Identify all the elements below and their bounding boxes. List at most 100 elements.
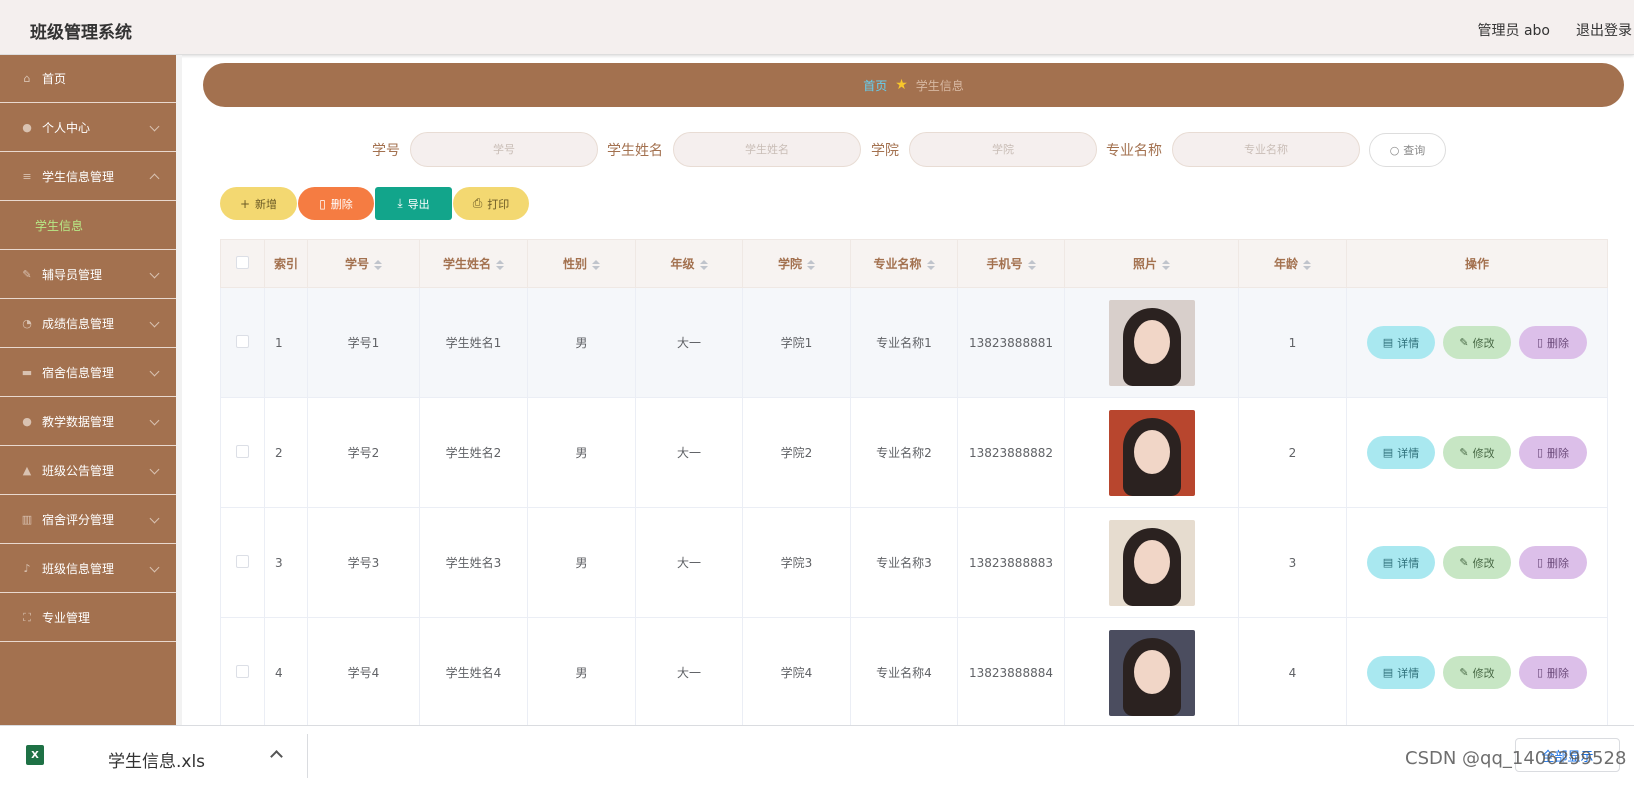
student-photo[interactable]	[1108, 299, 1195, 386]
print-button[interactable]: ⎙ 打印	[453, 187, 529, 220]
table-row[interactable]: 2 学号2 学生姓名2 男大一 学院2 专业名称2 13823888882 2 ▤ 详情 ✎ 修改 ▯ 删…	[220, 397, 1608, 508]
cell-age: 2	[1238, 397, 1347, 508]
bell-icon: ▲	[22, 464, 32, 477]
row-delete-button[interactable]: ▯ 删除	[1519, 546, 1587, 579]
column-header-gender[interactable]: 性别	[527, 239, 636, 288]
table-row[interactable]: 1 学号1 学生姓名1 男大一 学院1 专业名称1 13823888881 1 ▤ 详情 ✎ 修改 ▯ 删…	[220, 287, 1608, 398]
student-name-input[interactable]	[673, 132, 861, 167]
detail-button[interactable]: ▤ 详情	[1367, 656, 1435, 689]
table-header-row: 索引 学号 学生姓名 性别 年级 学院 专业名称 手机号 照片 年龄 操作	[220, 239, 1608, 288]
edit-button[interactable]: ✎ 修改	[1443, 656, 1511, 689]
sidebar-item-personal-center[interactable]: ● 个人中心	[0, 104, 176, 152]
sidebar-item-label: 教学数据管理	[42, 415, 115, 429]
watermark-text: CSDN @qq_1406299528	[1405, 748, 1627, 769]
excel-file-icon: X	[26, 745, 44, 765]
sidebar-item-label: 首页	[42, 72, 67, 86]
sort-icon[interactable]	[1162, 259, 1170, 270]
column-header-phone[interactable]: 手机号	[957, 239, 1065, 288]
star-icon: ★	[895, 77, 908, 93]
sidebar-scrollbar[interactable]	[176, 55, 182, 725]
column-header-photo[interactable]: 照片	[1064, 239, 1239, 288]
sort-icon[interactable]	[1303, 259, 1311, 270]
logout-link[interactable]: 退出登录	[1576, 20, 1632, 40]
detail-button[interactable]: ▤ 详情	[1367, 326, 1435, 359]
cell-age: 1	[1238, 287, 1347, 398]
major-input[interactable]	[1172, 132, 1360, 167]
table-row[interactable]: 4 学号4 学生姓名4 男大一 学院4 专业名称4 13823888884 4 ▤ 详情 ✎ 修改 ▯ 删…	[220, 617, 1608, 728]
column-header-student-name[interactable]: 学生姓名	[419, 239, 528, 288]
cell-age: 4	[1238, 617, 1347, 728]
row-checkbox[interactable]	[236, 334, 249, 348]
edit-icon: ✎	[1459, 336, 1469, 349]
sort-icon[interactable]	[374, 259, 382, 270]
sidebar-subitem-student-info[interactable]: 学生信息	[0, 202, 176, 250]
student-photo[interactable]	[1108, 629, 1195, 716]
chevron-down-icon	[149, 121, 160, 132]
sort-icon[interactable]	[926, 259, 935, 270]
search-label-major: 专业名称	[1106, 143, 1162, 159]
sidebar-item-home[interactable]: ⌂ 首页	[0, 55, 176, 103]
student-photo[interactable]	[1108, 519, 1195, 606]
sidebar-item-major-mgmt[interactable]: ⛶ 专业管理	[0, 594, 176, 642]
sidebar-item-teaching-data-mgmt[interactable]: ● 教学数据管理	[0, 398, 176, 446]
column-header-age[interactable]: 年龄	[1238, 239, 1347, 288]
sort-icon[interactable]	[496, 259, 504, 270]
column-header-grade[interactable]: 年级	[635, 239, 743, 288]
column-header-college[interactable]: 学院	[742, 239, 851, 288]
row-checkbox[interactable]	[236, 554, 249, 568]
cell-grade: 大一	[635, 287, 743, 398]
row-delete-button[interactable]: ▯ 删除	[1519, 656, 1587, 689]
sidebar-item-label: 成绩信息管理	[42, 317, 115, 331]
row-checkbox[interactable]	[236, 664, 249, 678]
sort-icon[interactable]	[1027, 259, 1036, 270]
trash-icon: ▯	[1536, 666, 1544, 679]
sidebar-item-counselor-mgmt[interactable]: ✎ 辅导员管理	[0, 251, 176, 299]
sidebar-item-grades-mgmt[interactable]: ◔ 成绩信息管理	[0, 300, 176, 348]
add-button[interactable]: + 新增	[220, 187, 297, 220]
edit-button[interactable]: ✎ 修改	[1443, 326, 1511, 359]
batch-delete-button[interactable]: ▯ 删除	[298, 187, 374, 220]
cell-college: 学院1	[742, 287, 851, 398]
detail-button[interactable]: ▤ 详情	[1367, 436, 1435, 469]
search-label-student-name: 学生姓名	[607, 143, 663, 159]
sort-icon[interactable]	[592, 259, 600, 270]
detail-button[interactable]: ▤ 详情	[1367, 546, 1435, 579]
column-header-major[interactable]: 专业名称	[850, 239, 958, 288]
sidebar-item-dorm-info-mgmt[interactable]: ▬ 宿舍信息管理	[0, 349, 176, 397]
select-all-checkbox[interactable]	[236, 255, 249, 269]
sidebar-item-label: 班级信息管理	[42, 562, 115, 576]
student-id-input[interactable]	[410, 132, 598, 167]
edit-button[interactable]: ✎ 修改	[1443, 436, 1511, 469]
sidebar-item-dorm-rating-mgmt[interactable]: ▥ 宿舍评分管理	[0, 496, 176, 544]
photo-face	[1133, 649, 1170, 694]
print-button-label: 打印	[487, 197, 510, 211]
table-row[interactable]: 3 学号3 学生姓名3 男大一 学院3 专业名称3 13823888883 3 ▤ 详情 ✎ 修改 ▯ 删…	[220, 507, 1608, 618]
college-input[interactable]	[909, 132, 1097, 167]
column-header-index: 索引	[264, 239, 308, 288]
row-delete-button[interactable]: ▯ 删除	[1519, 436, 1587, 469]
sidebar-item-class-info-mgmt[interactable]: ♪ 班级信息管理	[0, 545, 176, 593]
row-checkbox[interactable]	[236, 444, 249, 458]
sort-icon[interactable]	[807, 259, 815, 270]
document-icon: ▤	[1382, 556, 1394, 569]
sidebar-item-student-info-mgmt[interactable]: ≡ 学生信息管理	[0, 153, 176, 201]
sidebar-item-label: 辅导员管理	[42, 268, 103, 282]
select-all-cell	[220, 239, 265, 288]
edit-button[interactable]: ✎ 修改	[1443, 546, 1511, 579]
sort-icon[interactable]	[699, 259, 708, 270]
chevron-up-icon	[149, 173, 160, 184]
row-select-cell	[220, 287, 265, 398]
column-header-student-id[interactable]: 学号	[307, 239, 420, 288]
trash-icon: ▯	[1536, 336, 1544, 349]
export-button[interactable]: ⤓ 导出	[375, 187, 452, 220]
student-photo[interactable]	[1108, 409, 1195, 496]
chevron-up-icon[interactable]	[270, 750, 283, 763]
row-delete-button[interactable]: ▯ 删除	[1519, 326, 1587, 359]
breadcrumb-current: 学生信息	[915, 78, 964, 93]
search-button[interactable]: ○ 查询	[1369, 133, 1446, 167]
breadcrumb-home-link[interactable]: 首页	[863, 77, 887, 94]
download-filename[interactable]: 学生信息.xls	[108, 747, 205, 772]
row-select-cell	[220, 617, 265, 728]
row-select-cell	[220, 397, 265, 508]
sidebar-item-class-notice-mgmt[interactable]: ▲ 班级公告管理	[0, 447, 176, 495]
